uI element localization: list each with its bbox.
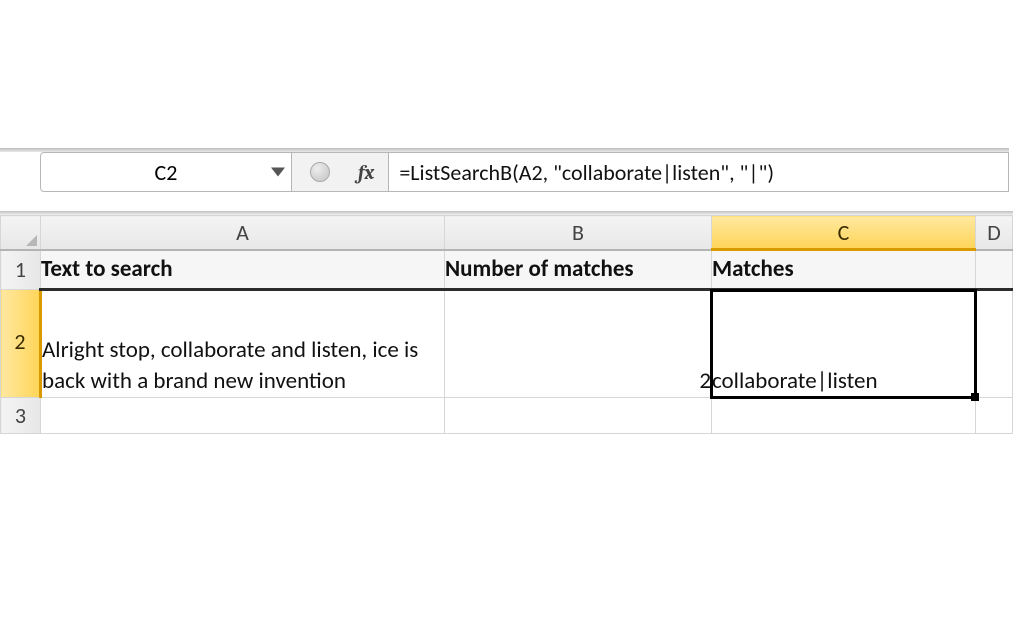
row-header-2[interactable]: 2 bbox=[1, 290, 41, 398]
row-header-1[interactable]: 1 bbox=[1, 250, 41, 290]
cell-C2[interactable]: collaborate|listen bbox=[712, 290, 976, 398]
column-header-A[interactable]: A bbox=[41, 216, 445, 250]
cell-A2[interactable]: Alright stop, collaborate and listen, ic… bbox=[41, 290, 445, 398]
row-1: 1 Text to search Number of matches Match… bbox=[1, 250, 1013, 290]
cell-B1[interactable]: Number of matches bbox=[445, 250, 712, 290]
fx-icon[interactable]: fx bbox=[358, 161, 374, 184]
sheet-table: A B C D 1 Text to search Number of match… bbox=[0, 215, 1013, 434]
cell-C3[interactable] bbox=[712, 398, 976, 434]
fill-handle[interactable] bbox=[971, 393, 979, 401]
spreadsheet-grid: A B C D 1 Text to search Number of match… bbox=[0, 215, 1013, 434]
name-box-value: C2 bbox=[155, 159, 178, 186]
formula-bar-controls: fx bbox=[292, 152, 389, 192]
column-header-C[interactable]: C bbox=[712, 216, 976, 250]
row-2: 2 Alright stop, collaborate and listen, … bbox=[1, 290, 1013, 398]
chevron-down-icon[interactable] bbox=[271, 168, 285, 177]
row-3: 3 bbox=[1, 398, 1013, 434]
cell-D2[interactable] bbox=[976, 290, 1013, 398]
cell-D3[interactable] bbox=[976, 398, 1013, 434]
row-header-3[interactable]: 3 bbox=[1, 398, 41, 434]
cell-A1[interactable]: Text to search bbox=[41, 250, 445, 290]
select-all-corner[interactable] bbox=[1, 216, 41, 250]
column-header-row: A B C D bbox=[1, 216, 1013, 250]
name-box[interactable]: C2 bbox=[40, 152, 292, 192]
cell-D1[interactable] bbox=[976, 250, 1013, 290]
triangle-icon bbox=[26, 235, 37, 246]
formula-text: =ListSearchB(A2, "collaborate|listen", "… bbox=[399, 159, 774, 186]
cell-C2-value: collaborate|listen bbox=[712, 367, 878, 395]
formula-input[interactable]: =ListSearchB(A2, "collaborate|listen", "… bbox=[389, 152, 1009, 192]
column-header-B[interactable]: B bbox=[445, 216, 712, 250]
formula-bar: C2 fx =ListSearchB(A2, "collaborate|list… bbox=[40, 152, 1009, 192]
cell-B3[interactable] bbox=[445, 398, 712, 434]
cell-C1[interactable]: Matches bbox=[712, 250, 976, 290]
cancel-icon[interactable] bbox=[310, 162, 330, 182]
cell-B2[interactable]: 2 bbox=[445, 290, 712, 398]
cell-A3[interactable] bbox=[41, 398, 445, 434]
column-header-D[interactable]: D bbox=[976, 216, 1013, 250]
